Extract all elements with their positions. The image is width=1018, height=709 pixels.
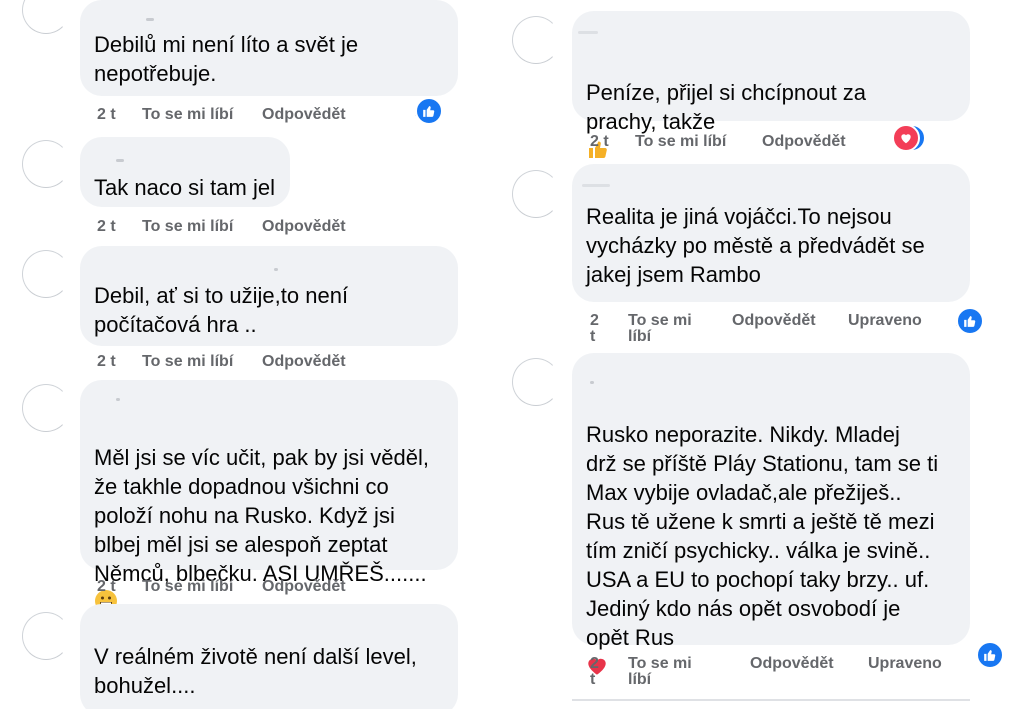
comment-text-body: Peníze, přijel si chcípnout za prachy, t… (586, 80, 867, 134)
thumbs-up-icon (976, 641, 1004, 669)
divider (572, 699, 970, 701)
author-name[interactable] (578, 31, 598, 34)
reaction-count[interactable]: 2 (956, 307, 984, 335)
comment-bubble: Rusko neporazite. Nikdy. Mladej drž se p… (572, 353, 970, 675)
comment-timestamp[interactable]: 2 t (590, 133, 609, 151)
comment-timestamp-unit[interactable]: t (590, 328, 595, 346)
author-name[interactable] (582, 184, 610, 187)
comment-bubble: Tak naco si tam jel (80, 137, 290, 207)
edited-label[interactable]: Upraveno (848, 312, 922, 330)
like-link[interactable]: To se mi líbí (142, 578, 233, 596)
comment-bubble: Debil, ať si to užije,to není počítačová… (80, 246, 458, 346)
heart-icon (892, 124, 920, 152)
like-link[interactable]: To se mi líbí (635, 133, 726, 151)
comment-text-body: Měl jsi se víc učit, pak by jsi věděl, ž… (94, 445, 430, 586)
comment-actions: 2 t To se mi líbí Odpovědět 3 (590, 124, 990, 157)
reply-link[interactable]: Odpovědět (262, 578, 346, 596)
reply-link[interactable]: Odpovědět (262, 218, 346, 236)
comment-timestamp[interactable]: 2 t (97, 106, 116, 124)
comment-actions: 2 t To se mi líbí Odpovědět (97, 218, 467, 240)
like-link[interactable]: To se mi líbí (142, 353, 233, 371)
avatar[interactable] (22, 384, 70, 432)
reply-link[interactable]: Odpovědět (262, 353, 346, 371)
reaction-count[interactable]: 2 (415, 97, 443, 125)
comment-actions: 2 t To se mi líbí Odpovědět 2 (97, 97, 467, 130)
author-name[interactable] (590, 381, 594, 384)
thumbs-up-icon (415, 97, 443, 125)
author-name[interactable] (146, 18, 154, 21)
comment-timestamp[interactable]: 2 t (97, 218, 116, 236)
author-name[interactable] (116, 398, 120, 401)
like-link-cont[interactable]: líbí (628, 671, 651, 689)
avatar[interactable] (22, 0, 70, 34)
author-name[interactable] (116, 159, 124, 162)
avatar[interactable] (22, 612, 70, 660)
thumbs-up-icon (956, 307, 984, 335)
comment-actions: 2 t To se mi líbí Odpovědět Upraveno 2 (590, 307, 1010, 350)
comment-timestamp[interactable]: 2 t (97, 578, 116, 596)
reaction-count[interactable]: 3 (892, 124, 926, 152)
comments-column-left: Debilů mi není líto a svět je nepotřebuj… (0, 0, 492, 709)
author-name[interactable] (274, 268, 278, 271)
reply-link[interactable]: Odpovědět (762, 133, 846, 151)
like-link[interactable]: To se mi líbí (142, 106, 233, 124)
like-link-cont[interactable]: líbí (628, 328, 651, 346)
comment-timestamp[interactable]: 2 t (97, 353, 116, 371)
edited-label[interactable]: Upraveno (868, 655, 942, 673)
reply-link[interactable]: Odpovědět (750, 655, 834, 673)
avatar[interactable] (22, 140, 70, 188)
reply-link[interactable]: Odpovědět (732, 312, 816, 330)
comment-actions: 2 t To se mi líbí Odpovědět (97, 353, 467, 375)
comment-text-body: Rusko neporazite. Nikdy. Mladej drž se p… (586, 422, 939, 650)
comment-text: Tak naco si tam jel (94, 175, 275, 200)
comment-text: Debil, ať si to užije,to není počítačová… (94, 283, 349, 337)
avatar[interactable] (22, 250, 70, 298)
comment-text: Rusko neporazite. Nikdy. Mladej drž se p… (586, 391, 958, 681)
comment-bubble: Realita je jiná vojáčci.To nejsou vycház… (572, 164, 970, 302)
comment-bubble: Debilů mi není líto a svět je nepotřebuj… (80, 0, 458, 96)
avatar[interactable] (512, 358, 560, 406)
comment-bubble: Měl jsi se víc učit, pak by jsi věděl, ž… (80, 380, 458, 612)
reply-link[interactable]: Odpovědět (262, 106, 346, 124)
comment-actions: 2 t To se mi líbí Odpovědět Upraveno (590, 641, 1010, 695)
comment-text: Debilů mi není líto a svět je nepotřebuj… (94, 32, 359, 86)
comment-text: Realita je jiná vojáčci.To nejsou vycház… (586, 204, 925, 287)
comment-text: V reálném životě není další level, bohuž… (94, 644, 417, 698)
comments-column-right: Peníze, přijel si chcípnout za prachy, t… (492, 0, 1018, 709)
like-link[interactable]: To se mi líbí (142, 218, 233, 236)
comment-timestamp-unit[interactable]: t (590, 671, 595, 689)
avatar[interactable] (512, 170, 560, 218)
avatar[interactable] (512, 16, 560, 64)
comment-bubble: Peníze, přijel si chcípnout za prachy, t… (572, 11, 970, 158)
comment-actions: 2 t To se mi líbí Odpovědět (97, 578, 467, 600)
comment-bubble: V reálném životě není další level, bohuž… (80, 604, 458, 709)
